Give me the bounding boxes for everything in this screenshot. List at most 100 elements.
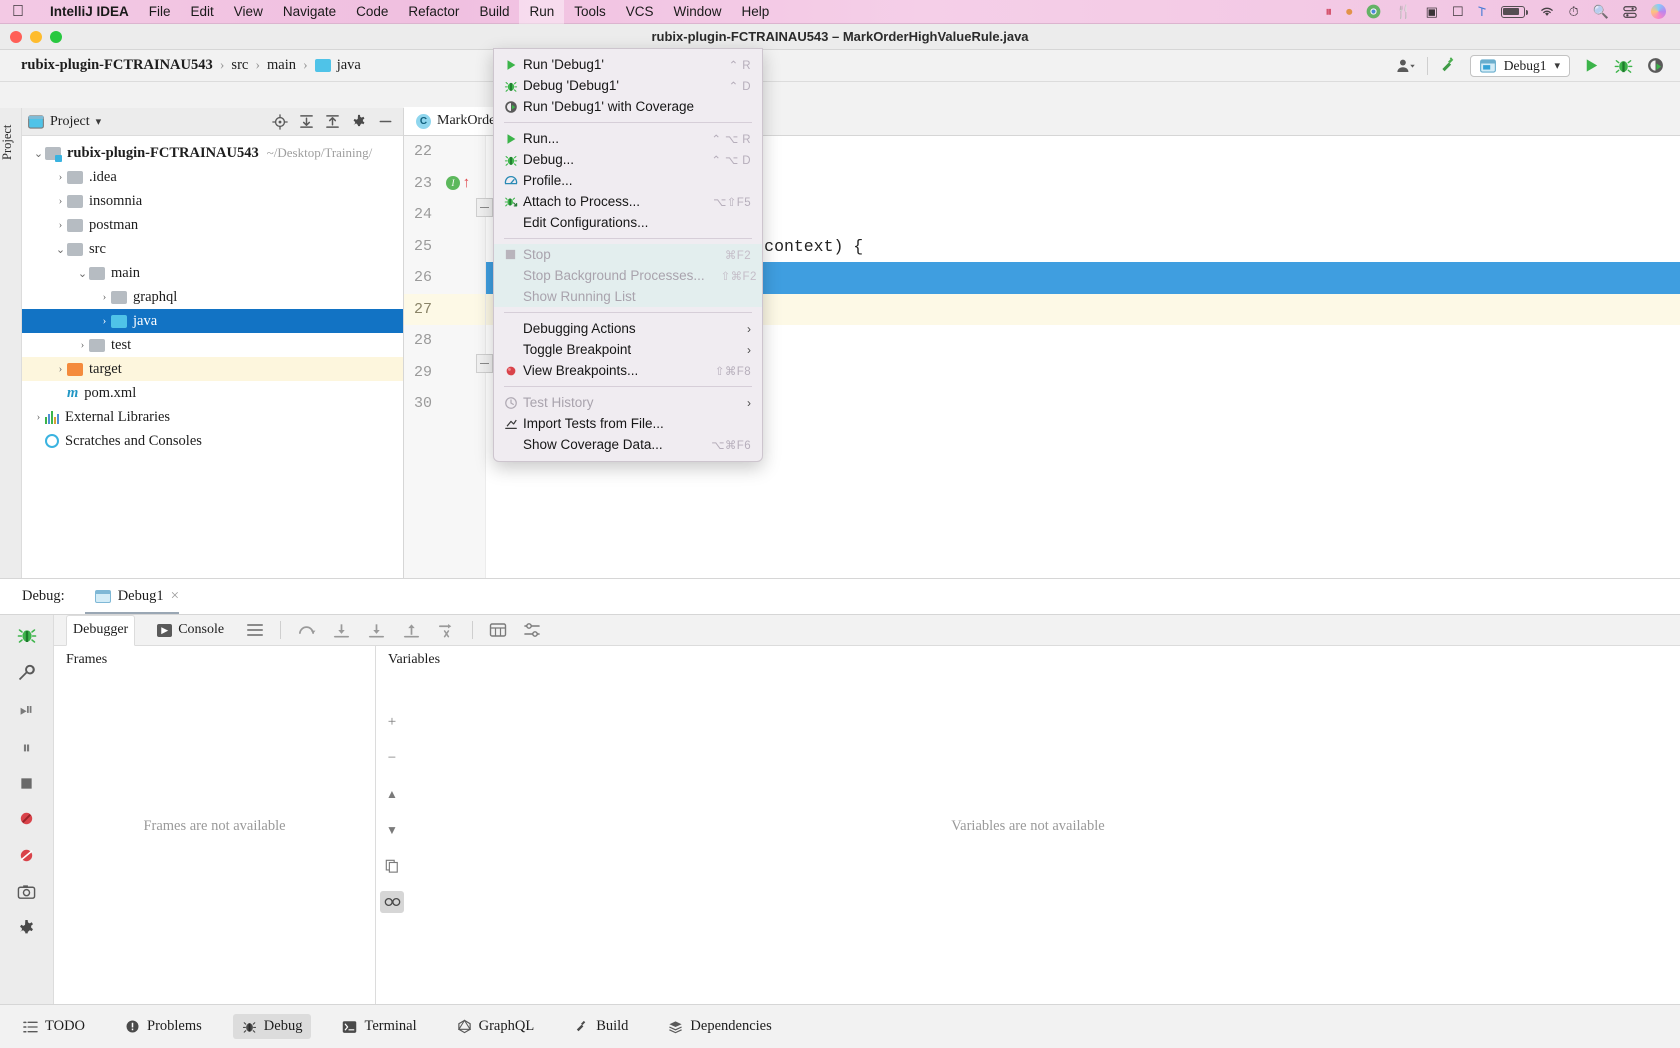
run-to-cursor-icon[interactable] <box>437 622 456 639</box>
chevron-right-icon[interactable]: › <box>54 195 67 207</box>
hammer-icon[interactable] <box>1438 55 1460 77</box>
menu-item-run[interactable]: Run...⌃ ⌥ R <box>494 128 762 149</box>
chevron-right-icon[interactable]: › <box>32 411 45 423</box>
macos-menu-build[interactable]: Build <box>469 0 519 24</box>
control-center-icon[interactable] <box>1623 5 1637 19</box>
status-tab-terminal[interactable]: Terminal <box>333 1014 425 1039</box>
menu-item-debugging-actions[interactable]: Debugging Actions› <box>494 318 762 339</box>
status-tab-graphql[interactable]: GraphQL <box>448 1014 544 1039</box>
tree-node-target[interactable]: ›target <box>22 357 403 381</box>
run-with-coverage-button[interactable] <box>1644 55 1666 77</box>
menu-item-view-breakpoints[interactable]: View Breakpoints...⇧⌘F8 <box>494 360 762 381</box>
macos-menu-run[interactable]: Run <box>519 0 564 24</box>
gutter-line-24[interactable]: 24 <box>404 199 485 231</box>
tab-console[interactable]: ▶ Console <box>151 615 230 646</box>
tab-debugger[interactable]: Debugger <box>66 615 135 646</box>
macos-menu-navigate[interactable]: Navigate <box>273 0 346 24</box>
chevron-right-icon[interactable]: › <box>54 363 67 375</box>
chevron-down-icon[interactable]: ▾ <box>1554 59 1560 72</box>
override-arrow-icon[interactable]: ↑ <box>462 176 471 191</box>
menu-item-profile[interactable]: Profile... <box>494 170 762 191</box>
tree-node-scratches-and-consoles[interactable]: Scratches and Consoles <box>22 429 403 453</box>
tool-tab-project[interactable]: Project <box>0 112 22 172</box>
chevron-down-icon[interactable]: ⌄ <box>76 267 89 280</box>
status-tab-todo[interactable]: TODO <box>14 1014 94 1039</box>
pause-icon[interactable]: ⏸ <box>22 738 31 758</box>
breadcrumb-item-src[interactable]: src <box>224 57 255 74</box>
fold-marker-icon[interactable] <box>476 198 493 217</box>
tree-node-postman[interactable]: ›postman <box>22 213 403 237</box>
maximize-window-button[interactable] <box>50 31 62 43</box>
run-button[interactable] <box>1580 55 1602 77</box>
remove-icon[interactable]: − <box>380 747 404 769</box>
menu-item-toggle-breakpoint[interactable]: Toggle Breakpoint› <box>494 339 762 360</box>
fold-marker-icon[interactable] <box>476 354 493 373</box>
menu-item-run-debug1-with-coverage[interactable]: Run 'Debug1' with Coverage <box>494 96 762 117</box>
chevron-right-icon[interactable]: › <box>98 291 111 303</box>
chevron-down-icon[interactable]: ▾ <box>96 115 102 128</box>
tree-node-src[interactable]: ⌄src <box>22 237 403 261</box>
menu-item-edit-configurations[interactable]: Edit Configurations... <box>494 212 762 233</box>
editor-gutter[interactable]: 2223I↑24252627282930 <box>404 136 486 578</box>
clock-icon[interactable]: ⏱ <box>1569 4 1579 20</box>
pause-icon[interactable]: ⏸ <box>1325 4 1332 20</box>
chevron-right-icon[interactable]: › <box>54 171 67 183</box>
collapse-all-icon[interactable] <box>325 114 340 129</box>
macos-menu-file[interactable]: File <box>139 0 181 24</box>
chevron-right-icon[interactable]: › <box>98 315 111 327</box>
mute-breakpoints-icon[interactable] <box>17 809 36 828</box>
layout-icon[interactable] <box>246 622 264 638</box>
debug-session-tab[interactable]: Debug1 × <box>91 579 183 615</box>
status-tab-debug[interactable]: Debug <box>233 1014 312 1039</box>
record-icon[interactable]: ⏺ <box>1346 4 1353 20</box>
debug-icon[interactable] <box>17 625 37 645</box>
move-up-icon[interactable]: ▲ <box>380 783 404 805</box>
minimize-window-button[interactable] <box>30 31 42 43</box>
box-icon[interactable]: ☐ <box>1452 4 1464 20</box>
implemented-interface-icon[interactable]: I <box>446 176 460 190</box>
chevron-down-icon[interactable]: ⌄ <box>54 243 67 256</box>
settings-gear-icon[interactable] <box>17 919 36 938</box>
evaluate-icon[interactable] <box>489 622 507 638</box>
chevron-right-icon[interactable]: › <box>76 339 89 351</box>
chevron-right-icon[interactable]: › <box>54 219 67 231</box>
macos-menu-intellij-idea[interactable]: IntelliJ IDEA <box>40 0 139 24</box>
tree-node-graphql[interactable]: ›graphql <box>22 285 403 309</box>
breadcrumb-item-rubix-plugin-fctrainau543[interactable]: rubix-plugin-FCTRAINAU543 <box>14 57 220 74</box>
user-profile-icon[interactable] <box>1395 55 1417 77</box>
menu-item-show-coverage-data[interactable]: Show Coverage Data...⌥⌘F6 <box>494 434 762 455</box>
menu-item-attach-to-process[interactable]: Attach to Process...⌥⇧F5 <box>494 191 762 212</box>
stop-square-icon[interactable] <box>19 776 34 791</box>
gutter-line-25[interactable]: 25 <box>404 231 485 263</box>
chrome-icon[interactable] <box>1366 4 1381 19</box>
tree-node--idea[interactable]: ›.idea <box>22 165 403 189</box>
run-menu-dropdown[interactable]: Run 'Debug1'⌃ RDebug 'Debug1'⌃ DRun 'Deb… <box>493 48 763 462</box>
tree-node-external-libraries[interactable]: ›External Libraries <box>22 405 403 429</box>
debug-button[interactable] <box>1612 55 1634 77</box>
search-icon[interactable]: 🔍 <box>1593 4 1609 20</box>
gutter-line-26[interactable]: 26 <box>404 262 485 294</box>
chevron-down-icon[interactable]: ⌄ <box>32 147 45 160</box>
macos-menu-vcs[interactable]: VCS <box>616 0 664 24</box>
tree-node-java[interactable]: ›java <box>22 309 403 333</box>
gutter-line-22[interactable]: 22 <box>404 136 485 168</box>
camera-icon[interactable] <box>17 883 36 901</box>
macos-menu-code[interactable]: Code <box>346 0 398 24</box>
menu-item-debug[interactable]: Debug...⌃ ⌥ D <box>494 149 762 170</box>
siri-icon[interactable] <box>1651 4 1666 19</box>
locate-icon[interactable] <box>272 114 288 130</box>
breadcrumb-item-main[interactable]: main <box>260 57 303 74</box>
settings-gear-icon[interactable] <box>351 114 367 130</box>
menu-item-run-debug1[interactable]: Run 'Debug1'⌃ R <box>494 54 762 75</box>
close-icon[interactable]: × <box>171 588 179 605</box>
wrench-icon[interactable] <box>17 663 36 682</box>
tree-node-rubix-plugin-fctrainau543[interactable]: ⌄rubix-plugin-FCTRAINAU543~/Desktop/Trai… <box>22 141 403 165</box>
gutter-line-27[interactable]: 27 <box>404 294 485 326</box>
watch-icon[interactable] <box>380 891 404 913</box>
gutter-line-23[interactable]: 23I↑ <box>404 168 485 200</box>
force-step-into-icon[interactable] <box>367 622 386 639</box>
step-over-icon[interactable] <box>297 622 316 638</box>
expand-all-icon[interactable] <box>299 114 314 129</box>
display-icon[interactable]: ▣ <box>1426 4 1438 20</box>
gutter-line-28[interactable]: 28 <box>404 325 485 357</box>
